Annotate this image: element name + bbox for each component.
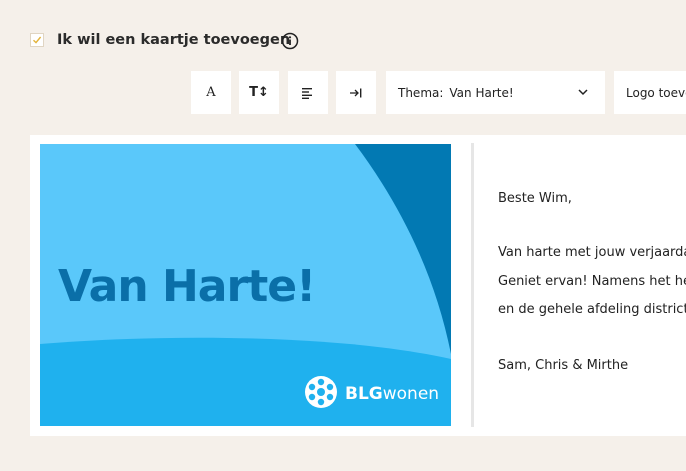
indent-button[interactable] xyxy=(336,71,376,114)
brand-bold: BLG xyxy=(345,384,383,404)
card-image: Van Harte! BLGwonen xyxy=(40,144,451,426)
message-greeting[interactable]: Beste Wim, xyxy=(498,191,572,206)
add-card-label: Ik wil een kaartje toevoegen xyxy=(57,32,291,48)
brand-name: BLGwonen xyxy=(345,384,439,404)
logo-select[interactable]: Logo toevoegen xyxy=(614,71,686,114)
message-signature[interactable]: Sam, Chris & Mirthe xyxy=(498,358,628,373)
check-icon xyxy=(33,36,42,44)
indent-icon xyxy=(350,88,362,97)
font-size-button[interactable]: T↕ xyxy=(239,71,279,114)
message-line-3[interactable]: en de gehele afdeling district xyxy=(498,302,686,317)
brand-light: wonen xyxy=(383,384,439,404)
message-line-2[interactable]: Geniet ervan! Namens het hele xyxy=(498,274,686,289)
chevron-down-icon xyxy=(578,89,588,96)
align-left-icon xyxy=(302,87,312,99)
message-line-1[interactable]: Van harte met jouw verjaardag xyxy=(498,245,686,260)
font-button-label: A xyxy=(206,85,216,100)
align-button[interactable] xyxy=(288,71,328,114)
blg-logo-icon xyxy=(305,376,337,408)
font-size-button-label: T↕ xyxy=(249,85,269,100)
logo-select-value: Logo toevoegen xyxy=(626,85,686,100)
divider xyxy=(471,143,474,427)
card-preview: Van Harte! BLGwonen Beste Wim, Van harte… xyxy=(30,135,686,436)
add-card-checkbox[interactable] xyxy=(30,33,44,47)
info-icon[interactable] xyxy=(281,32,299,50)
font-button[interactable]: A xyxy=(191,71,231,114)
theme-select-value: Van Harte! xyxy=(449,85,514,100)
theme-select-label: Thema: xyxy=(398,85,444,100)
card-headline: Van Harte! xyxy=(58,261,315,312)
theme-select[interactable]: Thema: Van Harte! xyxy=(386,71,605,114)
